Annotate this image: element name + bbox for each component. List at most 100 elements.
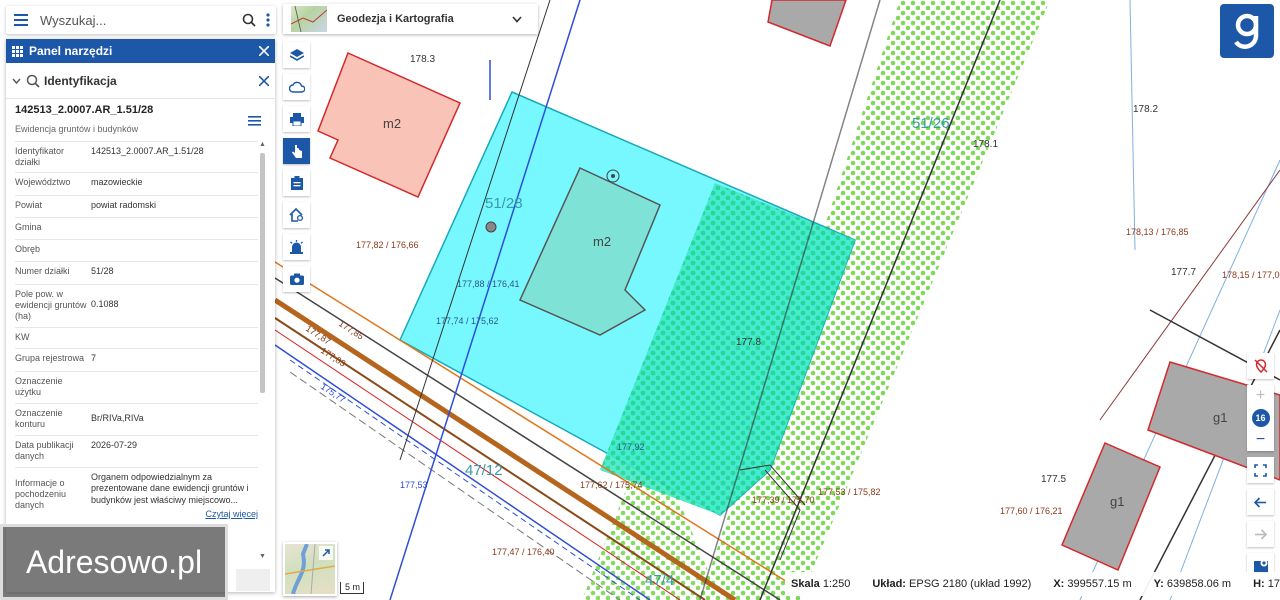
status-bar: Skala 1:250 Układ: EPSG 2180 (układ 1992… — [785, 572, 1280, 596]
print-button[interactable] — [283, 106, 310, 132]
attribute-key: Powiat — [15, 200, 43, 210]
attribute-row: Identyfikator działki 142513_2.0007.AR_1.… — [15, 141, 258, 172]
tools-panel-header: Panel narzędzi — [6, 39, 275, 63]
read-more-link[interactable]: Czytaj więcej — [91, 509, 258, 520]
geoportal-logo-icon — [1234, 13, 1259, 49]
attribute-value: Organem odpowiedzialnym za prezentowane … — [91, 472, 249, 505]
zoom-out-button[interactable]: − — [1247, 429, 1274, 451]
tools-panel-title: Panel narzędzi — [29, 44, 113, 58]
close-panel-button[interactable] — [259, 46, 269, 56]
arrow-right-icon — [1255, 528, 1267, 540]
zoom-level: 16 — [1251, 409, 1270, 427]
identification-title: Identyfikacja — [44, 73, 117, 88]
attribute-row: Oznaczenie konturu Br/RIVa,RIVa — [15, 403, 258, 435]
attribute-key: Numer działki — [15, 266, 70, 276]
camera-icon — [289, 273, 304, 285]
attribute-value: mazowieckie — [91, 177, 143, 187]
siren-icon — [290, 240, 303, 254]
crs-value[interactable]: EPSG 2180 (układ 1992) — [909, 578, 1031, 590]
attribute-key: Grupa rejestrowa — [15, 353, 85, 363]
scroll-up-icon[interactable]: ▲ — [259, 141, 266, 148]
attribute-value: Br/RIVa,RIVa — [91, 413, 144, 423]
layers-icon — [289, 48, 304, 61]
height-pair-label: 177,39 / 175,70 — [752, 495, 815, 505]
height-label: 177,92 — [617, 442, 645, 452]
parcel-label-51-28: 51/28 — [485, 195, 523, 212]
h-value: 178.26 — [1267, 578, 1280, 590]
search-icon — [242, 13, 256, 27]
layer-selector-label: Geodezja i Kartografia — [337, 13, 454, 25]
more-options-button[interactable] — [260, 6, 276, 34]
parcel-label-51-26: 51/26 — [912, 115, 950, 132]
height-pair-label: 178,15 / 177,00 — [1222, 270, 1280, 280]
menu-icon — [248, 116, 261, 126]
identify-button[interactable] — [283, 138, 310, 164]
identification-section-header[interactable]: Identyfikacja — [6, 63, 275, 99]
attribute-key: Informacje o pochodzeniu danych — [15, 478, 67, 510]
map-controls: + 16 − — [1247, 353, 1274, 585]
attribute-row: KW — [15, 327, 258, 348]
attribute-key: KW — [15, 332, 30, 342]
chevron-down-icon — [512, 15, 522, 23]
scrollbar-thumb[interactable] — [260, 153, 265, 393]
close-identification-button[interactable] — [259, 75, 269, 86]
overview-map-thumbnail — [285, 544, 335, 594]
attribute-key: Oznaczenie użytku — [15, 376, 63, 397]
panel-scrollbar[interactable]: ▲ ▼ — [258, 141, 268, 562]
crs-label: Układ: — [872, 578, 906, 590]
parcel-label-47-12: 47/12 — [465, 462, 503, 479]
scroll-down-icon[interactable]: ▼ — [259, 553, 266, 560]
attribute-row: Oznaczenie użytku — [15, 371, 258, 403]
alerts-button[interactable] — [283, 234, 310, 260]
object-header: 142513_2.0007.AR_1.51/28 Ewidencja grunt… — [6, 99, 275, 141]
back-button[interactable] — [1247, 489, 1274, 515]
search-input[interactable] — [36, 7, 238, 33]
hamburger-icon — [14, 14, 28, 26]
layer-selector[interactable]: Geodezja i Kartografia — [283, 4, 538, 34]
attribute-row: Numer działki 51/28 — [15, 261, 258, 284]
pointer-hand-icon — [291, 144, 302, 158]
geoportal-logo[interactable] — [1220, 4, 1274, 58]
attribute-row: Data publikacji danych 2026-07-29 — [15, 435, 258, 467]
tools-panel: Panel narzędzi Identyfikacja 142513_2.00… — [6, 39, 275, 592]
overview-map[interactable] — [283, 542, 337, 596]
attribute-key: Województwo — [15, 177, 71, 187]
location-toggle-button[interactable] — [1247, 353, 1274, 379]
cloud-services-button[interactable] — [283, 74, 310, 100]
h-readout: H: 178.26 — [1253, 578, 1280, 590]
notes-button[interactable] — [283, 170, 310, 196]
height-pair-label: 177,53 / 175,82 — [818, 487, 881, 497]
crs-readout: Układ: EPSG 2180 (układ 1992) — [872, 578, 1031, 590]
object-menu-button[interactable] — [248, 113, 261, 131]
height-pair-label: 177,47 / 176,40 — [492, 547, 555, 557]
screenshot-button[interactable] — [283, 266, 310, 292]
hamburger-menu-button[interactable] — [6, 6, 36, 34]
x-readout: X: 399557.15 m — [1053, 578, 1131, 590]
fullscreen-button[interactable] — [1247, 457, 1274, 483]
search-button[interactable] — [238, 6, 260, 34]
attribute-key: Pole pow. w ewidencji gruntów (ha) — [15, 289, 87, 321]
attribute-list[interactable]: Identyfikator działki 142513_2.0007.AR_1.… — [6, 141, 268, 562]
height-label: 178.2 — [1133, 104, 1158, 115]
attribute-row: Informacje o pochodzeniu danych Organem … — [15, 467, 258, 525]
x-value: 399557.15 m — [1067, 578, 1132, 590]
building-label-m2-a: m2 — [383, 116, 401, 131]
attribute-row: Pole pow. w ewidencji gruntów (ha) 0.1088 — [15, 284, 258, 327]
scale-label: Skala — [791, 578, 820, 590]
height-pair-label: 177,82 / 176,66 — [356, 240, 419, 250]
search-bar — [6, 6, 276, 34]
height-label: 177.7 — [1171, 267, 1196, 278]
building-label-g1-a: g1 — [1213, 410, 1227, 425]
home-search-button[interactable] — [283, 202, 310, 228]
height-pair-label: 177,60 / 176,21 — [1000, 506, 1063, 516]
height-label: 178.1 — [973, 139, 998, 150]
zoom-in-button[interactable]: + — [1247, 385, 1274, 407]
layers-button[interactable] — [283, 42, 310, 68]
location-off-icon — [1253, 359, 1268, 373]
height-label: 177,53 — [400, 480, 428, 490]
vertical-dots-icon — [266, 13, 270, 27]
forward-button[interactable] — [1247, 521, 1274, 547]
zoom-control: + 16 − — [1247, 385, 1274, 451]
scale-value[interactable]: 1:250 — [823, 578, 851, 590]
height-pair-label: 177,74 / 175,62 — [436, 316, 499, 326]
